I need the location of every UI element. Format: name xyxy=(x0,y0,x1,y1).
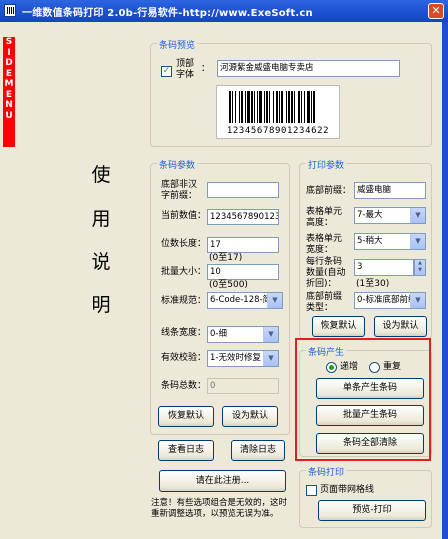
sidemenu-letter: E xyxy=(5,89,13,100)
cell-height-value: 7-最大 xyxy=(357,210,383,220)
title-bar[interactable]: 一维数值条码打印 2.0b-行易软件-http://www.ExeSoft.cn… xyxy=(0,0,448,22)
per-row-spinner[interactable]: ▲ ▼ xyxy=(414,259,426,276)
bottom-prefix-label: 字前缀： xyxy=(161,191,198,201)
sidemenu-letter: N xyxy=(5,100,13,110)
prefix-type-label: 底部前缀 xyxy=(306,292,343,302)
top-font-label: 字体 xyxy=(176,70,195,80)
print-restore-default-button[interactable]: 恢复默认 xyxy=(312,316,365,337)
standard-value: 6-Code-128-简 xyxy=(210,295,272,305)
sidemenu-letter: S xyxy=(5,37,13,47)
sidemenu-letter: M xyxy=(4,79,14,89)
preview-print-button[interactable]: 预览-打印 xyxy=(318,500,426,521)
cell-width-label: 宽度： xyxy=(306,245,334,255)
window-frame-right xyxy=(442,22,448,539)
bottom-prefix-label: 底部非汉 xyxy=(161,180,198,190)
highlight-box xyxy=(295,338,431,461)
cell-height-label: 高度： xyxy=(306,218,334,228)
digit-length-hint: (0至17) xyxy=(209,253,243,263)
total-field: 0 xyxy=(207,378,279,394)
line-width-label: 线条宽度： xyxy=(161,328,207,338)
chevron-down-icon[interactable]: ▼ xyxy=(410,208,425,223)
grid-lines-checkbox[interactable] xyxy=(306,485,317,496)
instructions-char[interactable]: 明 xyxy=(89,290,113,317)
barcode-preview-legend: 条码预览 xyxy=(157,38,198,51)
params-set-default-button[interactable]: 设为默认 xyxy=(222,406,278,427)
cell-height-label: 表格单元 xyxy=(306,207,343,217)
barcode-digits: 1234567890123462​2 xyxy=(226,126,330,136)
batch-size-input[interactable]: 10 xyxy=(207,264,279,280)
current-value-label: 当前数值： xyxy=(161,211,207,221)
sidemenu-letter: U xyxy=(5,110,13,121)
check-label: 有效校验： xyxy=(161,353,207,363)
per-row-label: 折回)： xyxy=(306,279,337,289)
digit-length-label: 位数长度： xyxy=(161,239,207,249)
standard-select[interactable]: 6-Code-128-简 ▼ xyxy=(207,292,283,309)
top-font-colon: ： xyxy=(201,64,211,74)
sidemenu-letter: I xyxy=(7,47,11,58)
check-value: 1-无效时修复 xyxy=(210,353,261,363)
line-width-value: 0-细 xyxy=(210,329,227,339)
top-font-label: 顶部 xyxy=(176,59,195,69)
per-row-label: 每行条码 xyxy=(306,257,343,267)
total-label: 条码总数： xyxy=(161,381,207,391)
note-text: 注意！有些选项组合是无效的，这时 xyxy=(151,498,288,508)
view-log-button[interactable]: 查看日志 xyxy=(158,440,214,461)
current-value-input[interactable]: 1234567890123462 xyxy=(207,209,279,225)
barcode-params-legend: 条码参数 xyxy=(157,158,198,171)
instructions-char[interactable]: 说 xyxy=(89,247,113,274)
bottom-prefix-input[interactable] xyxy=(207,182,279,198)
chevron-down-icon[interactable]: ▼ xyxy=(263,327,278,342)
batch-size-hint: (0至500) xyxy=(209,280,248,290)
batch-size-label: 批量大小： xyxy=(161,267,207,277)
window-title: 一维数值条码打印 2.0b-行易软件-http://www.ExeSoft.cn xyxy=(22,8,313,19)
cell-width-label: 表格单元 xyxy=(306,234,343,244)
barcode-image: 1234567890123462​2 xyxy=(216,85,340,139)
print-bottom-prefix-label: 底部前缀： xyxy=(306,186,352,196)
chevron-down-icon[interactable]: ▼ xyxy=(267,293,282,308)
prefix-type-label: 类型： xyxy=(306,303,334,313)
standard-label: 标准规范： xyxy=(161,296,207,306)
per-row-hint: (1至30) xyxy=(356,279,390,289)
instructions-char[interactable]: 用 xyxy=(89,204,113,231)
grid-lines-label[interactable]: 页面带网格线 xyxy=(320,485,374,496)
sidemenu-tab[interactable]: S I D E M E N U xyxy=(3,37,15,147)
print-set-default-button[interactable]: 设为默认 xyxy=(374,316,427,337)
close-button[interactable]: ✕ xyxy=(428,3,444,19)
instructions-char[interactable]: 使 xyxy=(89,160,113,187)
sidemenu-letter: D xyxy=(5,58,13,68)
digit-length-input[interactable]: 17 xyxy=(207,237,279,253)
print-params-legend: 打印参数 xyxy=(306,158,347,171)
per-row-input[interactable]: 3 xyxy=(354,259,414,276)
prefix-type-value: 0-标准底部前缀 xyxy=(357,295,417,305)
note-text: 重新调整选项，以预览无误为准。 xyxy=(151,509,279,519)
barcode-print-legend: 条码打印 xyxy=(306,465,347,478)
register-button[interactable]: 请在此注册... xyxy=(159,470,286,492)
top-font-input[interactable]: 河源紫金威盛电脑专卖店 xyxy=(217,60,400,77)
params-restore-default-button[interactable]: 恢复默认 xyxy=(158,406,214,427)
clear-log-button[interactable]: 清除日志 xyxy=(231,440,285,461)
barcode-bars xyxy=(229,91,315,123)
app-icon xyxy=(4,4,16,17)
cell-width-select[interactable]: 5-稍大 ▼ xyxy=(354,233,426,250)
sidemenu-letter: E xyxy=(5,68,13,79)
per-row-label: 数量(自动 xyxy=(306,268,346,278)
check-select[interactable]: 1-无效时修复 ▼ xyxy=(207,350,279,367)
line-width-select[interactable]: 0-细 ▼ xyxy=(207,326,279,343)
top-font-checkbox[interactable]: ✓ xyxy=(161,66,172,77)
print-bottom-prefix-input[interactable]: 威盛电脑 xyxy=(354,182,426,199)
prefix-type-select[interactable]: 0-标准底部前缀 ▼ xyxy=(354,292,426,309)
chevron-down-icon[interactable]: ▼ xyxy=(410,234,425,249)
cell-height-select[interactable]: 7-最大 ▼ xyxy=(354,207,426,224)
chevron-down-icon[interactable]: ▼ xyxy=(263,351,278,366)
cell-width-value: 5-稍大 xyxy=(357,236,383,246)
chevron-down-icon[interactable]: ▼ xyxy=(410,293,425,308)
